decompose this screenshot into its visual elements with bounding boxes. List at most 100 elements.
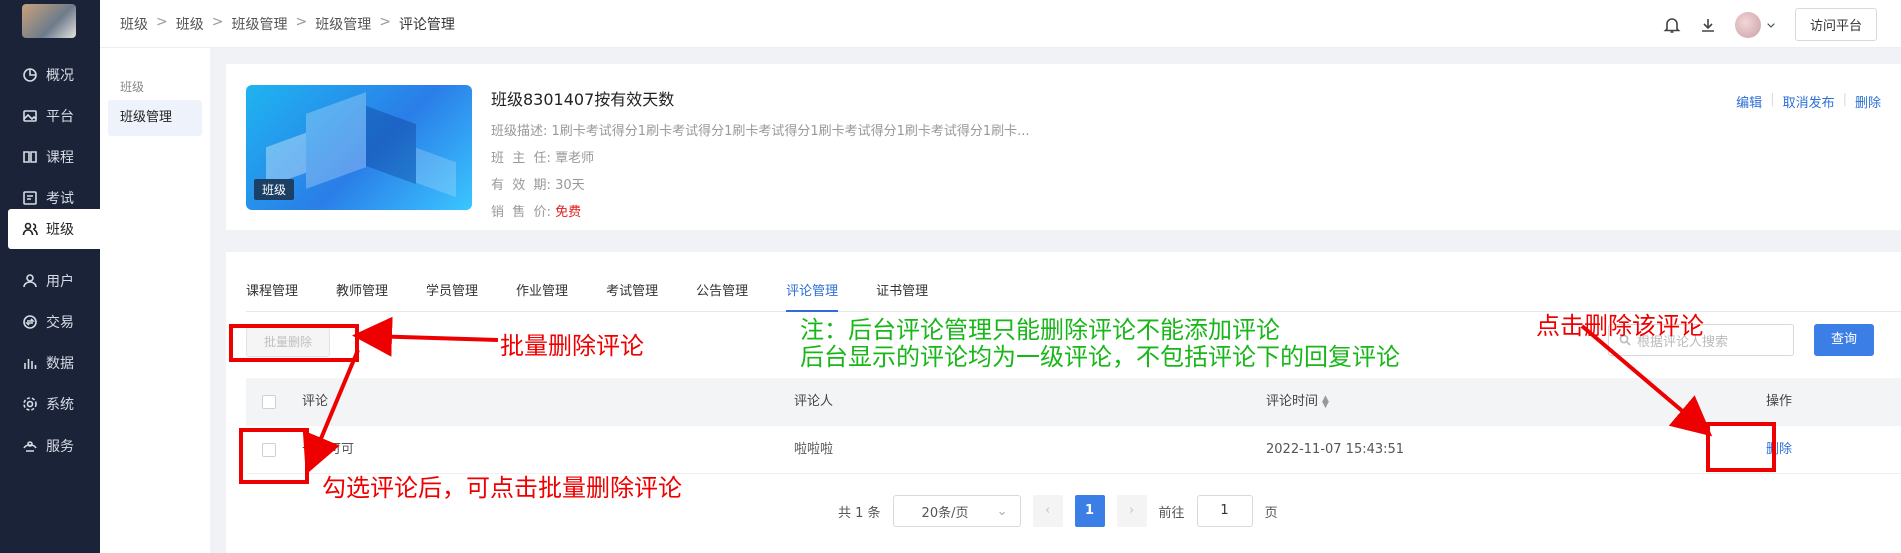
sidebar-item-user[interactable]: 用户 <box>0 261 100 301</box>
tab-homework[interactable]: 作业管理 <box>516 280 568 312</box>
bulk-delete-button[interactable]: 批量删除 <box>246 327 330 357</box>
class-info-card: 班级 班级8301407按有效天数 班级描述: 1刷卡考试得分1刷卡考试得分1刷… <box>226 64 1901 230</box>
exchange-icon <box>23 315 37 329</box>
sidebar-item-label: 交易 <box>46 315 74 331</box>
price-value: 免费 <box>555 205 582 220</box>
delete-class-link[interactable]: 删除 <box>1855 92 1881 111</box>
tab-course[interactable]: 课程管理 <box>246 280 298 312</box>
tab-certificate[interactable]: 证书管理 <box>876 280 928 312</box>
period-label: 有 效 期: <box>491 178 551 193</box>
prev-page-button[interactable]: ‹ <box>1032 495 1063 527</box>
edit-link[interactable]: 编辑 <box>1736 92 1762 111</box>
sort-icon[interactable]: ▲ ▼ <box>1322 394 1329 409</box>
sidebar-item-label: 用户 <box>46 274 74 290</box>
sub-nav: 班级 班级管理 <box>100 48 210 553</box>
sidebar-item-label: 服务 <box>46 439 74 455</box>
period-row: 有 效 期: 30天 <box>491 174 1030 193</box>
sidebar-item-system[interactable]: 系统 <box>0 384 100 424</box>
sidebar-item-trade[interactable]: 交易 <box>0 302 100 342</box>
tab-teacher[interactable]: 教师管理 <box>336 280 388 312</box>
class-title: 班级8301407按有效天数 <box>491 90 675 109</box>
row-comment: 卡卡可可 <box>302 442 355 457</box>
breadcrumb: 班级 > 班级 > 班级管理 > 班级管理 > 评论管理 <box>120 14 455 34</box>
subnav-group-label: 班级 <box>120 80 145 94</box>
class-cover-image: 班级 <box>246 85 472 210</box>
breadcrumb-separator: > <box>211 14 224 30</box>
sidebar-item-label: 系统 <box>46 397 74 413</box>
tab-student[interactable]: 学员管理 <box>426 280 478 312</box>
user-menu[interactable] <box>1734 11 1777 38</box>
pie-chart-icon <box>23 68 37 82</box>
subnav-item-class-management[interactable]: 班级管理 <box>108 100 202 136</box>
unpublish-link[interactable]: 取消发布 <box>1783 92 1835 111</box>
page-size-select[interactable]: 20条/页 ⌄ <box>892 495 1021 527</box>
chevron-down-icon <box>1767 22 1775 28</box>
header-time-label: 评论时间 <box>1266 394 1319 409</box>
page-number[interactable]: 1 <box>1074 495 1105 527</box>
search-placeholder: 根据评论人搜索 <box>1637 334 1729 350</box>
logo-image <box>22 4 76 38</box>
sidebar-item-platform[interactable]: 平台 <box>0 96 100 136</box>
query-button[interactable]: 查询 <box>1814 324 1874 356</box>
row-time: 2022-11-07 15:43:51 <box>1266 442 1405 457</box>
page-size-value: 20条/页 <box>921 505 969 521</box>
top-bar: 班级 > 班级 > 班级管理 > 班级管理 > 评论管理 访问平台 <box>100 0 1901 48</box>
search-icon <box>1619 334 1631 346</box>
user-icon <box>23 274 37 288</box>
sidebar-item-data[interactable]: 数据 <box>0 343 100 383</box>
sidebar-item-overview[interactable]: 概况 <box>0 55 100 95</box>
sidebar-item-label: 考试 <box>46 191 74 207</box>
next-page-button[interactable]: › <box>1116 495 1147 527</box>
tab-bar: 课程管理 教师管理 学员管理 作业管理 考试管理 公告管理 评论管理 证书管理 <box>246 280 1901 312</box>
price-label: 销 售 价: <box>491 205 551 220</box>
sidebar: 概况 平台 课程 考试 班级 用户 交易 数据 系统 服务 <box>0 0 100 553</box>
search-input[interactable]: 根据评论人搜索 <box>1608 324 1794 356</box>
sidebar-item-label: 概况 <box>46 68 74 84</box>
tab-comment[interactable]: 评论管理 <box>786 280 839 312</box>
goto-page-input[interactable]: 1 <box>1196 495 1253 527</box>
bar-chart-icon <box>24 359 37 369</box>
breadcrumb-item[interactable]: 班级管理 <box>315 14 371 34</box>
desc-value: 1刷卡考试得分1刷卡考试得分1刷卡考试得分1刷卡考试得分1刷卡考试得分1刷卡..… <box>551 124 1030 139</box>
teacher-row: 班 主 任: 覃老师 <box>491 147 1030 166</box>
class-info: 班级8301407按有效天数 班级描述: 1刷卡考试得分1刷卡考试得分1刷卡考试… <box>491 86 1030 228</box>
sidebar-item-label: 课程 <box>46 150 74 166</box>
row-commenter: 啦啦啦 <box>794 442 834 457</box>
sidebar-item-class[interactable]: 班级 <box>8 209 100 249</box>
sidebar-item-service[interactable]: 服务 <box>0 426 100 466</box>
download-icon[interactable] <box>1699 16 1717 34</box>
tab-exam[interactable]: 考试管理 <box>606 280 658 312</box>
bell-icon[interactable] <box>1663 16 1681 34</box>
desc-label: 班级描述: <box>491 124 548 139</box>
breadcrumb-item[interactable]: 班级 <box>120 14 148 34</box>
breadcrumb-item[interactable]: 班级管理 <box>231 14 287 34</box>
teacher-value: 覃老师 <box>555 151 595 166</box>
avatar <box>1734 11 1761 38</box>
delete-comment-link[interactable]: 删除 <box>1766 426 1792 474</box>
sidebar-item-label: 数据 <box>46 356 74 372</box>
sidebar-item-label: 平台 <box>46 109 74 125</box>
image-icon <box>23 110 37 122</box>
sidebar-item-course[interactable]: 课程 <box>0 137 100 177</box>
pagination: 共 1 条 20条/页 ⌄ ‹ 1 › 前往 1 页 <box>838 495 1278 527</box>
monitor-icon <box>23 191 37 205</box>
breadcrumb-item[interactable]: 班级 <box>176 14 204 34</box>
cover-tag: 班级 <box>254 179 295 200</box>
row-checkbox[interactable] <box>262 443 276 457</box>
users-icon <box>22 222 38 236</box>
book-icon <box>23 151 37 163</box>
pagination-total: 共 1 条 <box>838 505 881 521</box>
page-suffix: 页 <box>1264 505 1278 521</box>
comment-management-card: 课程管理 教师管理 学员管理 作业管理 考试管理 公告管理 评论管理 证书管理 … <box>226 252 1901 553</box>
breadcrumb-separator: > <box>379 14 391 30</box>
header-time[interactable]: 评论时间 ▲ ▼ <box>1266 378 1329 426</box>
breadcrumb-separator: > <box>295 14 308 30</box>
visit-platform-button[interactable]: 访问平台 <box>1794 8 1877 41</box>
class-desc-row: 班级描述: 1刷卡考试得分1刷卡考试得分1刷卡考试得分1刷卡考试得分1刷卡考试得… <box>491 120 1030 139</box>
service-icon <box>23 441 37 452</box>
tab-notice[interactable]: 公告管理 <box>696 280 748 312</box>
gear-icon <box>23 397 37 411</box>
table-row: 卡卡可可 啦啦啦 2022-11-07 15:43:51 删除 <box>246 426 1901 474</box>
select-all-checkbox[interactable] <box>262 395 276 409</box>
period-value: 30天 <box>555 178 585 193</box>
